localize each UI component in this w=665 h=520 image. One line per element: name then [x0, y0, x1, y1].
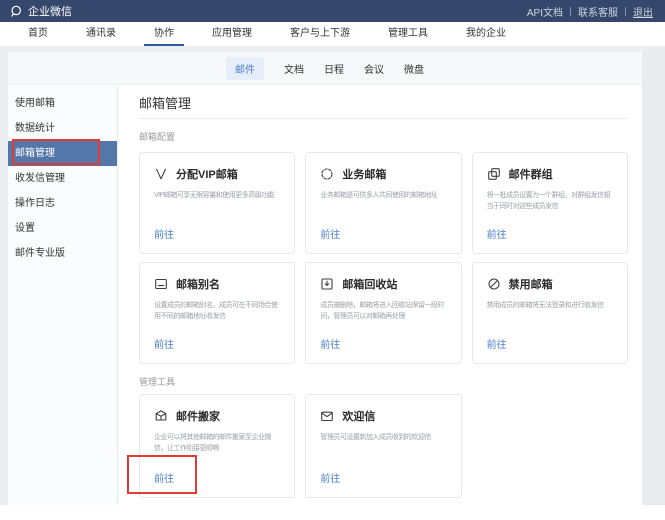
- goto-link[interactable]: 前往: [487, 336, 507, 351]
- card-desc: 成员被删除，邮箱将进入回收站保留一段时间，管理员可以对邮箱再处理: [320, 300, 446, 322]
- sidebar-item-mail-pro[interactable]: 邮件专业版: [8, 241, 117, 266]
- admin-tools-card-grid: 邮件搬家 企业可以将其他邮箱的邮件搬家至企业微信，让工作衔接更顺畅 前往 欢迎信…: [139, 394, 628, 498]
- collab-tabs: 邮件 文档 日程 会议 微盘: [8, 52, 642, 85]
- goto-link[interactable]: 前往: [487, 226, 507, 241]
- tab-docs[interactable]: 文档: [284, 57, 304, 80]
- card-title: 邮件群组: [509, 166, 553, 182]
- card-desc: 设置成员的邮箱别名，成员可在不同场合使用不同的邮箱地址收发信: [154, 300, 280, 322]
- logout-link[interactable]: 退出: [633, 4, 653, 19]
- card-mail-migration: 邮件搬家 企业可以将其他邮箱的邮件搬家至企业微信，让工作衔接更顺畅 前往: [139, 394, 295, 498]
- tab-drive[interactable]: 微盘: [404, 57, 424, 80]
- page-title: 邮箱管理: [139, 96, 628, 112]
- nav-item-home[interactable]: 首页: [28, 22, 48, 46]
- sidebar: 使用邮箱 数据统计 邮箱管理 收发信管理 操作日志 设置 邮件专业版: [8, 85, 118, 505]
- card-desc: VIP邮箱可享无限容量和使用更多高级功能: [154, 190, 280, 201]
- card-desc: 企业可以将其他邮箱的邮件搬家至企业微信，让工作衔接更顺畅: [154, 432, 280, 454]
- card-title: 邮箱回收站: [342, 276, 397, 292]
- tab-meeting[interactable]: 会议: [364, 57, 384, 80]
- topbar: 企业微信 API文档 联系客服 退出: [0, 0, 665, 22]
- card-title: 业务邮箱: [342, 166, 386, 182]
- sidebar-item-operation-log[interactable]: 操作日志: [8, 191, 117, 216]
- brand-label: 企业微信: [28, 3, 72, 19]
- mail-group-icon: [487, 167, 501, 181]
- section-label-admin-tools: 管理工具: [139, 377, 628, 387]
- main-nav: 首页 通讯录 协作 应用管理 客户与上下游 管理工具 我的企业: [0, 22, 665, 46]
- divider: [625, 7, 626, 16]
- mail-migration-icon: [154, 409, 168, 423]
- support-link[interactable]: 联系客服: [578, 4, 618, 19]
- nav-item-my-company[interactable]: 我的企业: [466, 22, 506, 46]
- nav-item-admin-tools[interactable]: 管理工具: [388, 22, 428, 46]
- page-margin-left: [0, 52, 8, 505]
- card-business-mailbox: 业务邮箱 业务邮箱是可供多人共同使用的邮箱地址 前往: [305, 152, 461, 254]
- card-mailbox-recycle: 邮箱回收站 成员被删除，邮箱将进入回收站保留一段时间，管理员可以对邮箱再处理 前…: [305, 262, 461, 364]
- nav-item-contacts[interactable]: 通讯录: [86, 22, 116, 46]
- sidebar-item-mail-usage[interactable]: 使用邮箱: [8, 91, 117, 116]
- api-doc-link[interactable]: API文档: [527, 4, 563, 19]
- mail-config-card-grid: 分配VIP邮箱 VIP邮箱可享无限容量和使用更多高级功能 前往 业务邮箱 业务邮…: [139, 152, 628, 364]
- content-container: 邮件 文档 日程 会议 微盘 使用邮箱 数据统计 邮箱管理 收发信管理 操作日志…: [8, 52, 642, 505]
- card-title: 邮件搬家: [176, 408, 220, 424]
- topbar-links: API文档 联系客服 退出: [527, 4, 653, 19]
- wecom-logo[interactable]: 企业微信: [10, 3, 72, 19]
- card-title: 邮箱别名: [176, 276, 220, 292]
- card-mailbox-alias: 邮箱别名 设置成员的邮箱别名，成员可在不同场合使用不同的邮箱地址收发信 前往: [139, 262, 295, 364]
- tab-calendar[interactable]: 日程: [324, 57, 344, 80]
- disable-mailbox-icon: [487, 277, 501, 291]
- sidebar-item-send-receive[interactable]: 收发信管理: [8, 166, 117, 191]
- section-label-mail-config: 邮箱配置: [139, 132, 628, 142]
- divider: [570, 7, 571, 16]
- goto-link-mail-migration[interactable]: 前往: [154, 470, 174, 485]
- goto-link[interactable]: 前往: [154, 226, 174, 241]
- nav-item-apps[interactable]: 应用管理: [212, 22, 252, 46]
- wecom-logo-icon: [10, 5, 23, 18]
- nav-item-collaboration[interactable]: 协作: [154, 22, 174, 46]
- card-desc: 业务邮箱是可供多人共同使用的邮箱地址: [320, 190, 446, 201]
- card-desc: 管理员可设置新加入成员收到的欢迎信: [320, 432, 446, 443]
- card-title: 欢迎信: [342, 408, 375, 424]
- card-vip-mailbox: 分配VIP邮箱 VIP邮箱可享无限容量和使用更多高级功能 前往: [139, 152, 295, 254]
- card-desc: 禁用成员的邮箱将无法登录和进行收发信: [487, 300, 613, 311]
- sidebar-item-mailbox-management[interactable]: 邮箱管理: [8, 141, 117, 166]
- goto-link[interactable]: 前往: [320, 226, 340, 241]
- page-margin-right: [642, 52, 665, 505]
- goto-link[interactable]: 前往: [320, 336, 340, 351]
- card-desc: 将一批成员设置为一个群组，对群组发信相当于同时对这些成员发信: [487, 190, 613, 212]
- card-title: 分配VIP邮箱: [176, 166, 238, 182]
- nav-item-customers[interactable]: 客户与上下游: [290, 22, 350, 46]
- content-body: 使用邮箱 数据统计 邮箱管理 收发信管理 操作日志 设置 邮件专业版 邮箱管理 …: [8, 85, 642, 505]
- welcome-letter-icon: [320, 409, 334, 423]
- card-disable-mailbox: 禁用邮箱 禁用成员的邮箱将无法登录和进行收发信 前往: [472, 262, 628, 364]
- main-panel: 邮箱管理 邮箱配置 分配VIP邮箱 VIP邮箱可享无限容量和使用更多高级功能 前…: [118, 85, 642, 505]
- sidebar-item-settings[interactable]: 设置: [8, 216, 117, 241]
- vip-icon: [154, 167, 168, 181]
- mailbox-recycle-icon: [320, 277, 334, 291]
- tab-mail[interactable]: 邮件: [226, 57, 264, 80]
- card-mail-group: 邮件群组 将一批成员设置为一个群组，对群组发信相当于同时对这些成员发信 前往: [472, 152, 628, 254]
- sidebar-item-statistics[interactable]: 数据统计: [8, 116, 117, 141]
- card-welcome-letter: 欢迎信 管理员可设置新加入成员收到的欢迎信 前往: [305, 394, 461, 498]
- mailbox-alias-icon: [154, 277, 168, 291]
- goto-link[interactable]: 前往: [320, 470, 340, 485]
- card-title: 禁用邮箱: [509, 276, 553, 292]
- goto-link[interactable]: 前往: [154, 336, 174, 351]
- divider: [139, 118, 628, 119]
- business-mailbox-icon: [320, 167, 334, 181]
